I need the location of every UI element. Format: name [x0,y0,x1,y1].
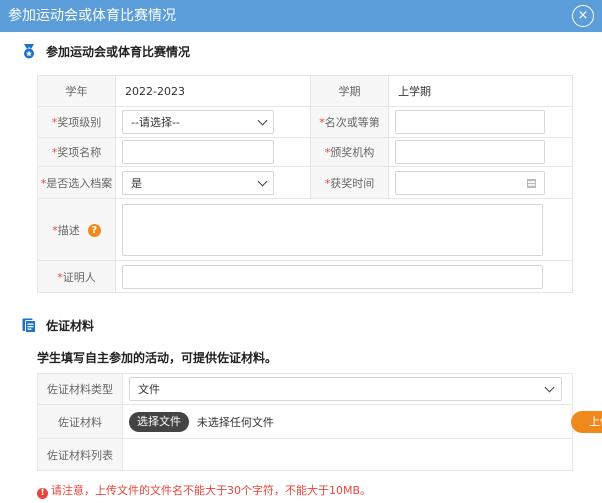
award-name-input[interactable] [122,140,274,164]
award-level-select[interactable]: --请选择-- [122,110,274,134]
issuer-input[interactable] [395,140,545,164]
award-time-label-text: 获奖时间 [330,176,375,190]
award-time-input[interactable] [395,170,545,195]
archive-label-text: 是否选入档案 [46,176,113,190]
section-title: 佐证材料 [46,319,95,333]
evidence-material-label: 佐证材料 [37,404,123,439]
chevron-down-icon [257,115,268,126]
notice-text: 请注意，上传文件的文件名不能大于30个字符，不能大于10MB。 [51,484,372,497]
evidence-type-select-value: 文件 [138,383,160,396]
calendar-icon[interactable] [527,178,536,188]
warning-icon: ! [37,488,48,499]
document-icon [22,318,36,333]
issuer-label-text: 颁奖机构 [330,146,375,159]
close-icon[interactable]: × [572,5,594,27]
evidence-list-label: 佐证材料列表 [37,438,123,471]
semester-label: 学期 [310,75,389,107]
evidence-list [122,438,573,471]
award-level-label-text: 奖项级别 [57,116,102,129]
chevron-down-icon [544,382,555,393]
evidence-table: 佐证材料类型 文件 佐证材料 选择文件 未选择任何文件 上传 佐证材料列表 [37,373,602,471]
description-label-text: 描述 [57,223,80,237]
rank-input[interactable] [395,110,545,134]
evidence-type-label: 佐证材料类型 [37,373,123,405]
issuer-label: *颁奖机构 [310,137,389,167]
school-year-value: 2022-2023 [125,85,185,98]
witness-label-text: 证明人 [62,270,96,284]
evidence-type-select[interactable]: 文件 [129,377,562,401]
description-textarea[interactable] [122,203,543,256]
archive-label: *是否选入档案 [37,166,116,199]
award-level-select-value: --请选择-- [131,116,180,129]
semester-value: 上学期 [398,85,431,98]
rank-label-text: 名次或等第 [324,116,380,129]
competition-form: 学年 2022-2023 学期 上学期 *奖项级别 --请选择-- *名次或等第… [37,75,573,293]
help-icon[interactable]: ? [87,224,101,237]
school-year-label: 学年 [37,75,116,107]
medal-icon [24,44,34,59]
description-label: *描述? [37,198,116,261]
rank-label: *名次或等第 [310,106,389,138]
archive-select[interactable]: 是 [122,170,274,195]
evidence-subtitle: 学生填写自主参加的活动，可提供佐证材料。 [37,351,278,365]
section-title: 参加运动会或体育比赛情况 [46,45,191,59]
dialog-titlebar: 参加运动会或体育比赛情况 × [0,0,602,32]
upload-notice: ! 请注意，上传文件的文件名不能大于30个字符，不能大于10MB。 [37,484,371,499]
upload-button[interactable]: 上传 [571,411,602,433]
award-time-label: *获奖时间 [310,166,389,199]
no-file-text: 未选择任何文件 [196,415,274,429]
witness-input[interactable] [122,264,543,289]
chevron-down-icon [257,176,268,186]
archive-select-value: 是 [131,176,142,190]
witness-label: *证明人 [37,260,116,293]
award-name-label: *奖项名称 [37,137,116,167]
dialog-title: 参加运动会或体育比赛情况 [8,8,176,24]
choose-file-button[interactable]: 选择文件 [129,411,189,432]
award-level-label: *奖项级别 [37,106,116,138]
award-name-label-text: 奖项名称 [57,146,102,159]
